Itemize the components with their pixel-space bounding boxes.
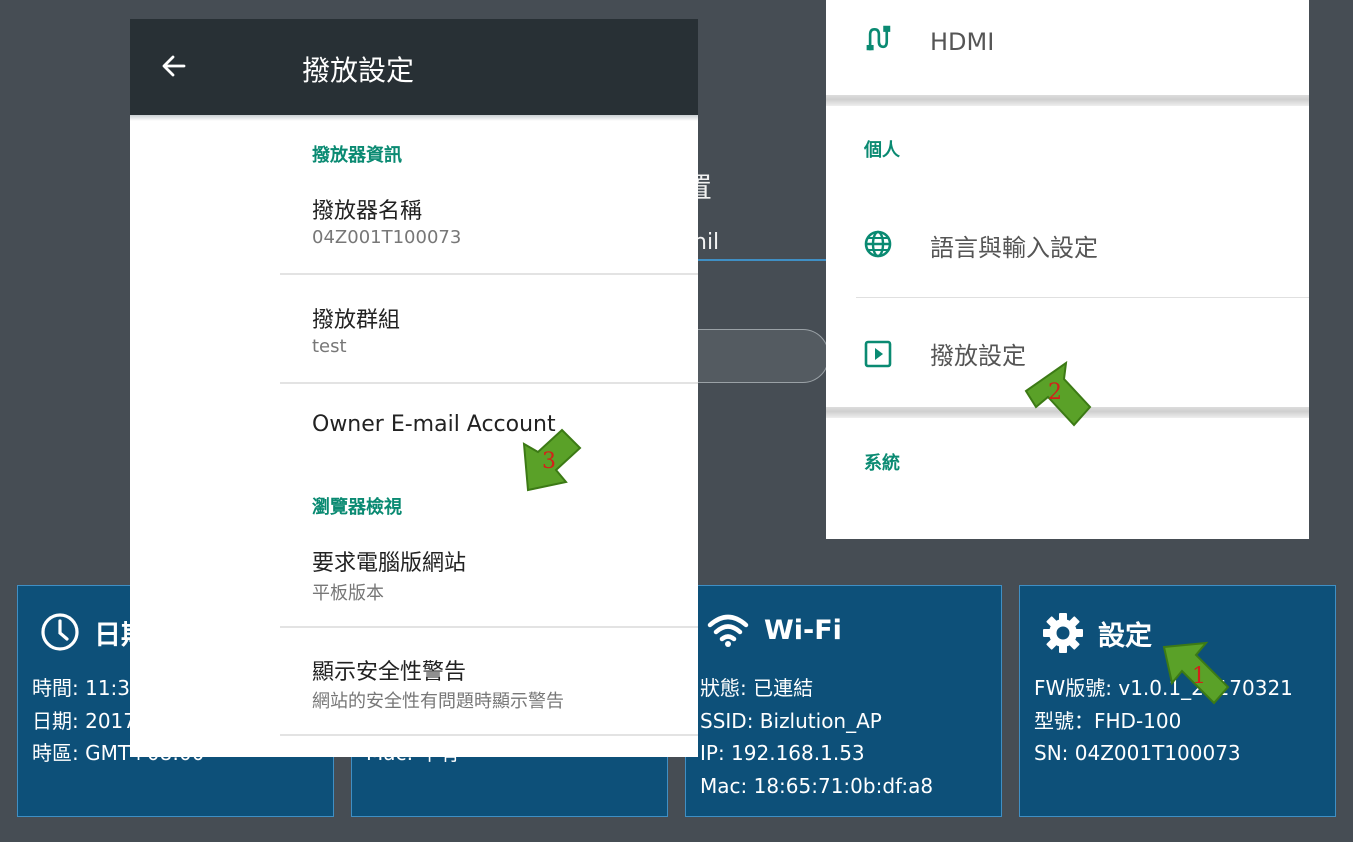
menu-item-hdmi-label: HDMI bbox=[930, 28, 995, 56]
tile-wifi-mac: Mac: 18:65:71:0b:df:a8 bbox=[700, 773, 934, 798]
pref-desktop-site-title: 要求電腦版網站 bbox=[312, 551, 467, 576]
step-3-arrow-icon: 3 bbox=[522, 428, 582, 492]
menu-item-hdmi[interactable]: HDMI bbox=[826, 0, 1309, 95]
appbar-shadow bbox=[130, 115, 698, 121]
step-1-arrow-icon: 1 bbox=[1162, 641, 1230, 705]
category-browser-view: 瀏覽器檢視 bbox=[312, 497, 402, 518]
playback-settings-panel: 撥放設定 撥放器資訊 撥放器名稱 04Z001T100073 撥放群組 test… bbox=[130, 19, 698, 757]
tile-wifi-ip: IP: 192.168.1.53 bbox=[700, 741, 865, 765]
clock-icon bbox=[41, 613, 79, 651]
step-2-number: 2 bbox=[1048, 380, 1062, 405]
step-3-number: 3 bbox=[542, 449, 556, 474]
play-box-icon bbox=[864, 340, 892, 368]
menu-separator bbox=[826, 95, 1309, 106]
tile-wifi-status: 狀態: 已連結 bbox=[700, 676, 814, 700]
category-player-info: 撥放器資訊 bbox=[312, 145, 402, 166]
pref-player-name-value: 04Z001T100073 bbox=[312, 227, 462, 248]
tile-wifi[interactable]: Wi-Fi 狀態: 已連結 SSID: Bizlution_AP IP: 192… bbox=[685, 585, 1002, 817]
pref-security-warning-value: 網站的安全性有問題時顯示警告 bbox=[312, 691, 564, 712]
tile-settings-title: 設定 bbox=[1098, 620, 1152, 652]
menu-item-playback-label: 撥放設定 bbox=[930, 342, 1026, 370]
tile-settings-serial: SN: 04Z001T100073 bbox=[1034, 741, 1241, 765]
pref-play-group-value: test bbox=[312, 336, 347, 357]
menu-section-system: 系統 bbox=[864, 453, 900, 474]
menu-item-language-label: 語言與輸入設定 bbox=[930, 234, 1098, 262]
tile-wifi-ssid: SSID: Bizlution_AP bbox=[700, 708, 882, 733]
gear-icon bbox=[1043, 613, 1083, 653]
menu-item-language[interactable]: 語言與輸入設定 bbox=[826, 190, 1309, 298]
background-input-field[interactable] bbox=[680, 329, 829, 383]
pref-play-group-title: 撥放群組 bbox=[312, 308, 401, 333]
hdmi-cable-icon bbox=[866, 25, 891, 51]
background-email-underline bbox=[690, 259, 826, 261]
pref-security-warning-title: 顯示安全性警告 bbox=[312, 660, 467, 685]
pref-player-name-title: 撥放器名稱 bbox=[312, 199, 423, 224]
pref-divider bbox=[280, 734, 698, 736]
playback-settings-appbar: 撥放設定 bbox=[130, 19, 698, 115]
globe-icon bbox=[864, 230, 892, 258]
menu-section-personal: 個人 bbox=[864, 140, 900, 161]
step-1-number: 1 bbox=[1192, 664, 1206, 689]
pref-divider bbox=[280, 273, 698, 275]
wifi-icon bbox=[707, 614, 749, 647]
playback-settings-title: 撥放設定 bbox=[302, 54, 415, 87]
tile-wifi-title: Wi-Fi bbox=[764, 614, 842, 646]
back-arrow-icon[interactable] bbox=[160, 52, 188, 80]
pref-divider bbox=[280, 626, 698, 628]
settings-menu-panel: HDMI 個人 語言與輸入設定 撥放設定 系統 bbox=[826, 0, 1309, 539]
step-2-arrow-icon: 2 bbox=[1024, 361, 1092, 427]
pref-desktop-site-value: 平板版本 bbox=[312, 583, 384, 604]
pref-divider bbox=[280, 382, 698, 384]
